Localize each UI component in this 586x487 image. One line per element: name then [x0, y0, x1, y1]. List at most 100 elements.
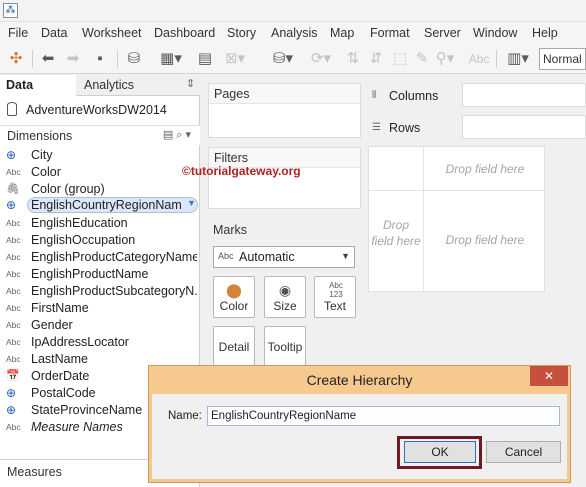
field-label: FirstName: [31, 301, 89, 315]
field-label: IpAddressLocator: [31, 335, 129, 349]
menu-analysis[interactable]: Analysis: [271, 26, 318, 40]
abc-icon: Abc: [6, 422, 21, 432]
ok-button[interactable]: OK: [404, 441, 476, 463]
fit-select[interactable]: Normal: [539, 48, 586, 70]
field-english-product-category-name[interactable]: Abc EnglishProductCategoryName: [0, 249, 200, 266]
field-english-education[interactable]: Abc EnglishEducation: [0, 215, 200, 232]
field-label: Color (group): [31, 182, 105, 196]
size-button[interactable]: ◉ Size: [264, 276, 306, 318]
abc-icon: Abc: [6, 320, 21, 330]
menu-help[interactable]: Help: [532, 26, 558, 40]
view-canvas[interactable]: Drop field here Drop field here Drop fie…: [368, 146, 545, 292]
text-button[interactable]: Abc 123 Text: [314, 276, 356, 318]
tooltip-button[interactable]: Tooltip: [264, 326, 306, 366]
group-icon[interactable]: ⬚: [390, 49, 410, 69]
field-label: StateProvinceName: [31, 403, 143, 417]
swap-icon[interactable]: ⛁▾: [268, 49, 298, 69]
paperclip-icon[interactable]: ⚲▾: [434, 49, 456, 69]
menu-format[interactable]: Format: [370, 26, 410, 40]
view-toggle-icon[interactable]: ▤: [163, 129, 176, 141]
abc-icon: Abc: [6, 286, 21, 296]
tableau-logo-icon: ⁂: [3, 3, 18, 18]
cancel-button[interactable]: Cancel: [486, 441, 561, 463]
clear-sheet-icon[interactable]: ⊠▾: [220, 49, 250, 69]
refresh-icon[interactable]: ⟳▾: [307, 49, 335, 69]
detail-button[interactable]: Detail: [213, 326, 255, 366]
size-icon: ◉: [278, 282, 292, 298]
rows-shelf[interactable]: [462, 115, 586, 139]
rows-label: Rows: [389, 121, 421, 135]
datasource-item[interactable]: AdventureWorksDW2014: [0, 99, 200, 121]
tooltip-button-label: Tooltip: [267, 340, 303, 354]
menu-story[interactable]: Story: [227, 26, 256, 40]
abc-icon: Abc: [6, 218, 21, 228]
abc-icon: Abc: [6, 303, 21, 313]
field-dropdown-icon[interactable]: ▼: [187, 198, 196, 208]
abc-icon: Abc: [6, 235, 21, 245]
close-icon[interactable]: ✕: [530, 366, 568, 386]
show-labels-icon[interactable]: Abc: [466, 49, 492, 69]
menu-bar: File Data Worksheet Dashboard Story Anal…: [0, 22, 586, 44]
toolbar-divider: [32, 50, 33, 68]
field-english-country-region-name[interactable]: ⊕ EnglishCountryRegionName ▼: [0, 197, 200, 214]
sort-desc-icon[interactable]: ⇵: [366, 49, 386, 69]
field-english-product-subcategory[interactable]: Abc EnglishProductSubcategoryN...: [0, 283, 200, 300]
tab-analytics[interactable]: Analytics: [84, 78, 134, 92]
field-label: Gender: [31, 318, 73, 332]
menu-file[interactable]: File: [8, 26, 28, 40]
field-english-product-name[interactable]: Abc EnglishProductName: [0, 266, 200, 283]
highlight-icon[interactable]: ✎: [412, 49, 432, 69]
dimensions-label: Dimensions: [7, 129, 73, 143]
size-button-label: Size: [273, 299, 297, 313]
pane-tabs: Data Analytics ⇕: [0, 75, 200, 96]
field-first-name[interactable]: Abc FirstName: [0, 300, 200, 317]
field-city[interactable]: ⊕ City: [0, 147, 200, 164]
pages-title: Pages: [214, 87, 250, 101]
field-label: EnglishOccupation: [31, 233, 136, 247]
show-me-icon[interactable]: ▥▾: [502, 49, 534, 69]
menu-data[interactable]: Data: [41, 26, 67, 40]
menu-map[interactable]: Map: [330, 26, 354, 40]
drop-field-columns[interactable]: Drop field here: [425, 162, 545, 176]
text-icon: Abc 123: [329, 281, 343, 299]
field-label: OrderDate: [31, 369, 90, 383]
field-english-occupation[interactable]: Abc EnglishOccupation: [0, 232, 200, 249]
columns-shelf[interactable]: [462, 83, 586, 107]
drop-field-center[interactable]: Drop field here: [425, 233, 545, 247]
menu-worksheet[interactable]: Worksheet: [82, 26, 142, 40]
duplicate-sheet-icon[interactable]: ▤: [195, 49, 215, 69]
sort-asc-icon[interactable]: ⇅: [343, 49, 363, 69]
new-data-source-icon[interactable]: ⛁: [124, 49, 144, 69]
dimensions-tools: ▤⌕▾: [163, 128, 194, 142]
tableau-home-icon[interactable]: ✣: [6, 49, 26, 69]
toolbar: ✣ ⬅ ➡ ▪ ⛁ ▦▾ ▤ ⊠▾ ⛁▾ ⟳▾ ⇅ ⇵ ⬚ ✎ ⚲▾ Abc ▥…: [0, 44, 586, 74]
undo-icon[interactable]: ⬅: [38, 49, 58, 69]
menu-caret-icon[interactable]: ▾: [185, 129, 194, 141]
window-titlebar: ⁂: [0, 0, 586, 22]
toolbar-divider: [117, 50, 118, 68]
field-gender[interactable]: Abc Gender: [0, 317, 200, 334]
save-icon[interactable]: ▪: [90, 49, 110, 69]
mark-type-select[interactable]: Abc Automatic ▼: [213, 246, 355, 268]
drop-field-rows[interactable]: Drop field here: [371, 217, 421, 249]
new-worksheet-icon[interactable]: ▦▾: [156, 49, 186, 69]
field-color[interactable]: Abc Color: [0, 164, 200, 181]
filters-card[interactable]: Filters: [208, 147, 361, 209]
menu-dashboard[interactable]: Dashboard: [154, 26, 215, 40]
field-label: EnglishProductSubcategoryN...: [31, 284, 197, 298]
redo-icon[interactable]: ➡: [63, 49, 83, 69]
color-button[interactable]: ⬤ Color: [213, 276, 255, 318]
field-ip-address-locator[interactable]: Abc IpAddressLocator: [0, 334, 200, 351]
paperclip-icon: 🖇: [6, 183, 20, 195]
dialog-titlebar: Create Hierarchy ✕: [149, 366, 570, 394]
hierarchy-name-input[interactable]: [207, 406, 560, 426]
pages-card[interactable]: Pages: [208, 83, 361, 138]
menu-server[interactable]: Server: [424, 26, 461, 40]
tab-data[interactable]: Data: [0, 75, 76, 96]
abc-icon: Abc: [6, 337, 21, 347]
color-palette-icon: ⬤: [226, 282, 242, 298]
field-color-group[interactable]: 🖇 Color (group): [0, 181, 200, 198]
mark-type-label: Automatic: [239, 250, 295, 264]
pane-resize-icon[interactable]: ⇕: [186, 77, 195, 90]
menu-window[interactable]: Window: [473, 26, 517, 40]
